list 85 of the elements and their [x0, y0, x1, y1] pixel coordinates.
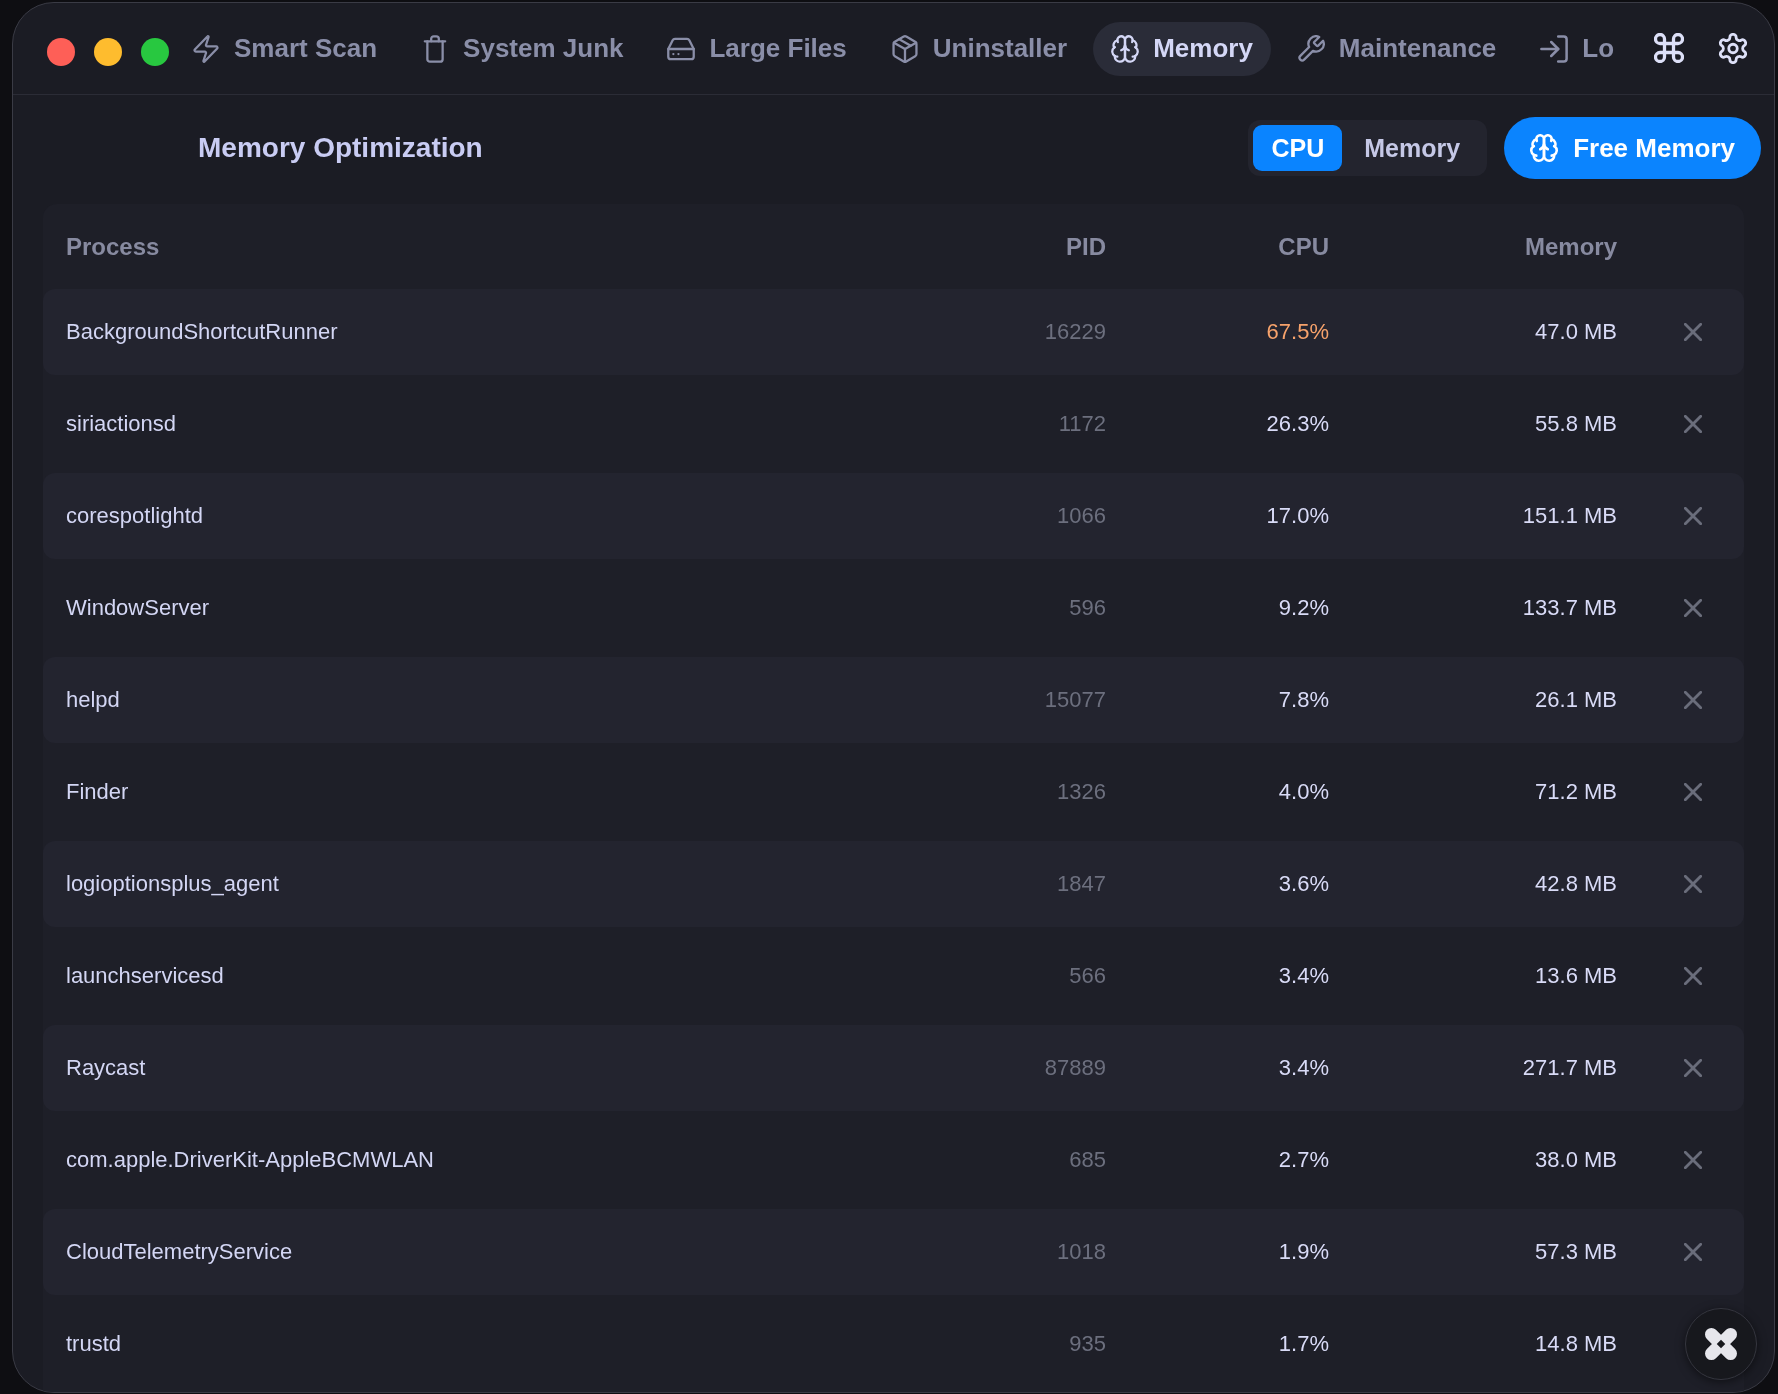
cpu-cell: 26.3% — [1266, 411, 1329, 437]
close-icon[interactable] — [1684, 1151, 1702, 1169]
cpu-cell: 1.9% — [1278, 1239, 1329, 1265]
pid-cell: 566 — [1069, 963, 1106, 989]
nav-tab[interactable]: Smart Scan — [174, 21, 396, 76]
free-memory-button[interactable]: Free Memory — [1504, 117, 1761, 179]
process-name: siriactionsd — [66, 411, 178, 437]
nav-tab[interactable]: System Junk — [403, 21, 642, 76]
cpu-cell: 2.7% — [1278, 1147, 1329, 1173]
pid-cell: 1172 — [1058, 411, 1106, 437]
memory-cell: 42.8 MB — [1535, 871, 1617, 897]
process-name: launchservicesd — [66, 963, 225, 989]
cpu-cell: 1.7% — [1278, 1331, 1329, 1357]
command-key-icon[interactable] — [1654, 33, 1684, 63]
memory-cell: 57.3 MB — [1535, 1239, 1617, 1265]
cpu-cell: 67.5% — [1266, 319, 1329, 345]
cpu-cell: 3.4% — [1278, 963, 1329, 989]
sort-option[interactable]: Memory — [1342, 125, 1483, 171]
cpu-cell: 4.0% — [1278, 779, 1329, 805]
bolt-icon — [192, 34, 220, 63]
memory-cell: 271.7 MB — [1522, 1055, 1617, 1081]
close-icon[interactable] — [1684, 599, 1702, 617]
memory-cell: 26.1 MB — [1535, 687, 1617, 713]
wrench-icon — [1296, 34, 1325, 63]
column-header[interactable]: Memory — [1524, 232, 1617, 261]
column-header[interactable]: PID — [1066, 232, 1106, 261]
close-icon[interactable] — [1684, 415, 1702, 433]
process-name: corespotlightd — [66, 503, 204, 529]
nav-tab[interactable]: Uninstaller — [872, 21, 1086, 76]
close-button[interactable] — [47, 37, 75, 66]
nav-tab[interactable]: Large Files — [649, 21, 865, 76]
four-lobe-icon — [1705, 1328, 1737, 1360]
cpu-cell: 9.2% — [1278, 595, 1329, 621]
close-icon[interactable] — [1684, 507, 1702, 525]
minimize-button[interactable] — [94, 37, 122, 66]
column-header[interactable]: Process — [66, 232, 906, 261]
close-icon[interactable] — [1684, 323, 1702, 341]
cpu-cell: 3.4% — [1278, 1055, 1329, 1081]
process-name: BackgroundShortcutRunner — [66, 319, 339, 345]
column-header[interactable]: CPU — [1278, 232, 1329, 261]
pid-cell: 1066 — [1057, 503, 1106, 529]
pid-cell: 87889 — [1044, 1055, 1106, 1081]
close-icon[interactable] — [1684, 783, 1702, 801]
pid-cell: 1847 — [1057, 871, 1106, 897]
cpu-cell: 17.0% — [1266, 503, 1329, 529]
process-name: logioptionsplus_agent — [66, 871, 280, 897]
close-icon[interactable] — [1684, 1059, 1702, 1077]
memory-cell: 13.6 MB — [1535, 963, 1617, 989]
nav-tab[interactable]: Memory — [1093, 21, 1271, 76]
box-icon — [890, 34, 919, 63]
process-name: WindowServer — [66, 595, 211, 621]
memory-cell: 14.8 MB — [1535, 1331, 1617, 1357]
nav-tab[interactable]: Lo — [1522, 21, 1633, 76]
memory-cell: 38.0 MB — [1535, 1147, 1617, 1173]
memory-cell: 151.1 MB — [1522, 503, 1617, 529]
close-icon[interactable] — [1684, 1243, 1702, 1261]
nav-tab[interactable]: Maintenance — [1278, 21, 1515, 76]
cpu-cell: 3.6% — [1278, 871, 1329, 897]
memory-cell: 133.7 MB — [1522, 595, 1617, 621]
pid-cell: 935 — [1069, 1331, 1106, 1357]
pid-cell: 15077 — [1044, 687, 1106, 713]
memory-cell: 47.0 MB — [1535, 319, 1617, 345]
memory-cell: 55.8 MB — [1535, 411, 1617, 437]
process-name: Raycast — [66, 1055, 147, 1081]
memory-cell: 71.2 MB — [1535, 779, 1617, 805]
close-icon[interactable] — [1684, 691, 1702, 709]
pid-cell: 1018 — [1057, 1239, 1106, 1265]
cpu-cell: 7.8% — [1278, 687, 1329, 713]
process-name: com.apple.DriverKit-AppleBCMWLAN — [66, 1147, 435, 1173]
process-name: trustd — [66, 1331, 123, 1357]
pid-cell: 1326 — [1057, 779, 1106, 805]
process-name: Finder — [66, 779, 130, 805]
page-title: Memory Optimization — [198, 132, 483, 164]
brain-icon — [1530, 134, 1559, 162]
process-name: helpd — [66, 687, 121, 713]
pid-cell: 16229 — [1044, 319, 1106, 345]
close-icon[interactable] — [1684, 967, 1702, 985]
sort-option[interactable]: CPU — [1253, 125, 1343, 171]
pid-cell: 685 — [1069, 1147, 1106, 1173]
brain-icon — [1111, 34, 1140, 63]
pid-cell: 596 — [1069, 595, 1106, 621]
maximize-button[interactable] — [141, 37, 169, 66]
process-name: CloudTelemetryService — [66, 1239, 294, 1265]
close-icon[interactable] — [1684, 875, 1702, 893]
settings-icon[interactable] — [1718, 33, 1748, 64]
